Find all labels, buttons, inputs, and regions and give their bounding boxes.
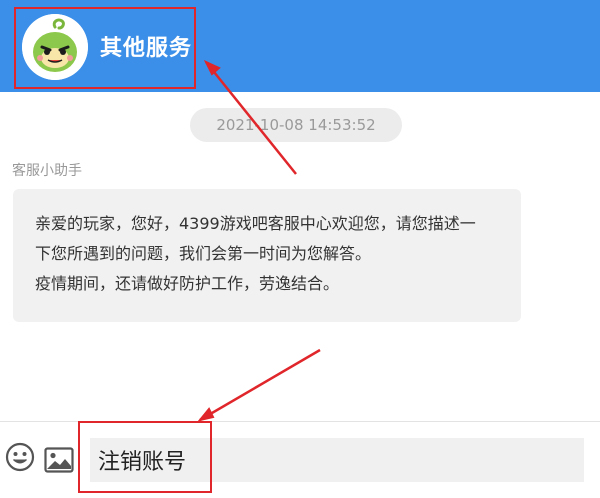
input-highlight-box xyxy=(78,421,212,493)
message-bubble: 亲爱的玩家，您好，4399游戏吧客服中心欢迎您，请您描述一 下您所遇到的问题，我… xyxy=(13,189,521,322)
message-line: 亲爱的玩家，您好，4399游戏吧客服中心欢迎您，请您描述一 xyxy=(35,214,476,233)
sender-name: 客服小助手 xyxy=(12,163,82,179)
message-line: 下您所遇到的问题，我们会第一时间为您解答。 xyxy=(35,244,372,263)
annotation-arrow xyxy=(199,348,321,422)
message-line: 疫情期间，还请做好防护工作，劳逸结合。 xyxy=(35,274,340,293)
header-highlight-box xyxy=(14,7,196,89)
timestamp-pill: 2021-10-08 14:53:52 xyxy=(190,108,402,142)
emoji-icon[interactable] xyxy=(5,442,35,472)
image-icon[interactable] xyxy=(44,447,74,473)
annotation-arrowhead xyxy=(197,407,215,422)
